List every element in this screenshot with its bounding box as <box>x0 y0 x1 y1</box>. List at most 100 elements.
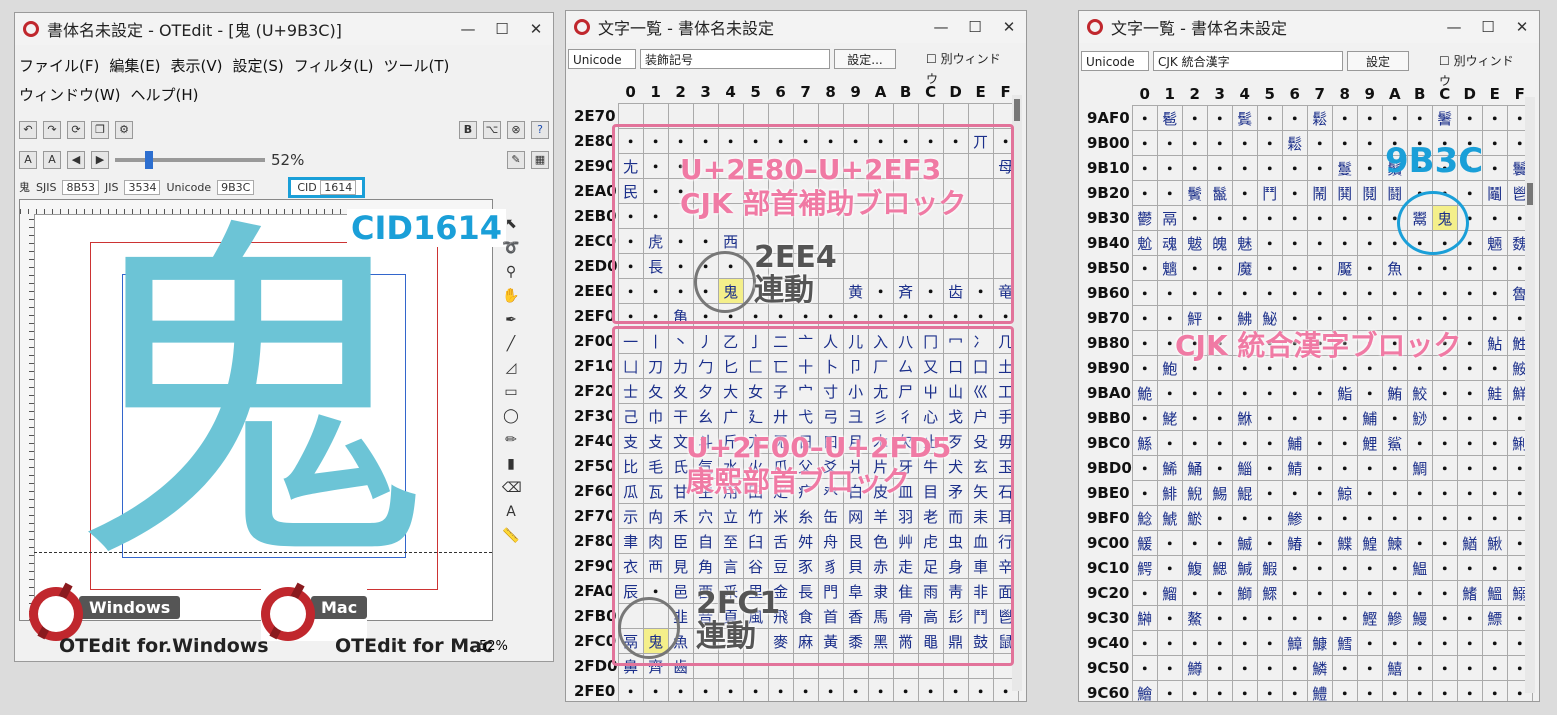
list2-glyph-cell[interactable]: ・ <box>1306 455 1333 481</box>
list2-glyph-cell[interactable]: ・ <box>1331 105 1358 131</box>
list2-glyph-cell[interactable]: ・ <box>1231 680 1258 701</box>
list2-glyph-cell[interactable]: ・ <box>1131 330 1158 356</box>
list2-glyph-cell[interactable]: ・ <box>1356 480 1383 506</box>
list2-glyph-cell[interactable]: ・ <box>1406 680 1433 701</box>
list2-glyph-cell[interactable]: 魎 <box>1481 230 1508 256</box>
list2-glyph-cell[interactable]: ・ <box>1431 530 1458 556</box>
list2-glyph-cell[interactable]: ・ <box>1331 230 1358 256</box>
list2-glyph-cell[interactable]: ・ <box>1281 380 1308 406</box>
list2-glyph-cell[interactable]: ・ <box>1456 655 1483 681</box>
copy-icon[interactable]: ❐ <box>91 121 109 139</box>
list2-glyph-cell[interactable]: ・ <box>1131 180 1158 206</box>
list2-glyph-cell[interactable]: 鯰 <box>1131 505 1158 531</box>
list2-glyph-cell[interactable]: 鰉 <box>1356 530 1383 556</box>
list2-glyph-cell[interactable]: ・ <box>1431 655 1458 681</box>
list2-glyph-cell[interactable]: 鬲 <box>1156 205 1183 231</box>
block-select[interactable]: 装飾記号 <box>640 49 830 69</box>
list2-glyph-cell[interactable]: ・ <box>1156 530 1183 556</box>
list2-glyph-cell[interactable]: ・ <box>1156 655 1183 681</box>
separate-window-checkbox[interactable]: ☐ 別ウィンドウ <box>1435 51 1515 88</box>
list2-glyph-cell[interactable]: ・ <box>1306 130 1333 156</box>
list2-glyph-cell[interactable]: 鯛 <box>1406 455 1433 481</box>
list2-glyph-cell[interactable]: ・ <box>1256 155 1283 181</box>
list2-glyph-cell[interactable]: ・ <box>1431 580 1458 606</box>
list2-glyph-cell[interactable]: ・ <box>1181 430 1208 456</box>
charlist1-titlebar[interactable]: 文字一覧 - 書体名未設定 — ☐ ✕ <box>566 11 1026 43</box>
list2-glyph-cell[interactable]: ・ <box>1256 205 1283 231</box>
list2-glyph-cell[interactable]: ・ <box>1331 580 1358 606</box>
redo-icon[interactable]: ↷ <box>43 121 61 139</box>
list2-glyph-cell[interactable]: ・ <box>1481 280 1508 306</box>
list2-glyph-cell[interactable]: ・ <box>1481 480 1508 506</box>
settings-button[interactable]: 設定... <box>834 49 896 69</box>
pen-icon[interactable]: ✎ <box>507 151 525 169</box>
list2-glyph-cell[interactable]: ・ <box>1206 205 1233 231</box>
list2-glyph-cell[interactable]: ・ <box>1256 130 1283 156</box>
list2-glyph-cell[interactable]: ・ <box>1181 205 1208 231</box>
list2-glyph-cell[interactable]: ・ <box>1406 655 1433 681</box>
minimize-button[interactable]: — <box>451 20 485 38</box>
list2-glyph-cell[interactable]: ・ <box>1206 605 1233 631</box>
list2-glyph-cell[interactable]: ・ <box>1306 505 1333 531</box>
list2-glyph-cell[interactable]: ・ <box>1131 130 1158 156</box>
list2-glyph-cell[interactable]: 鬧 <box>1306 180 1333 206</box>
list2-glyph-cell[interactable]: 鬘 <box>1331 155 1358 181</box>
list2-glyph-cell[interactable]: 鬱 <box>1131 205 1158 231</box>
list2-glyph-cell[interactable]: ・ <box>1406 580 1433 606</box>
list2-glyph-cell[interactable]: 鰭 <box>1456 580 1483 606</box>
ruler-tool-icon[interactable]: 📏 <box>502 527 520 545</box>
list2-glyph-cell[interactable]: ・ <box>1156 155 1183 181</box>
list2-glyph-cell[interactable]: ・ <box>1456 305 1483 331</box>
close-button[interactable]: ✕ <box>1505 18 1539 36</box>
list2-glyph-cell[interactable]: ・ <box>1156 555 1183 581</box>
list2-glyph-cell[interactable]: ・ <box>1481 655 1508 681</box>
list2-glyph-cell[interactable]: ・ <box>1131 630 1158 656</box>
list2-glyph-cell[interactable]: ・ <box>1431 405 1458 431</box>
glyph-canvas[interactable]: 鬼 <box>19 199 493 621</box>
list2-glyph-cell[interactable]: 鬆 <box>1281 130 1308 156</box>
list2-glyph-cell[interactable]: ・ <box>1356 255 1383 281</box>
list2-glyph-cell[interactable]: 鮅 <box>1256 305 1283 331</box>
list2-glyph-cell[interactable]: ・ <box>1131 580 1158 606</box>
list2-glyph-cell[interactable]: 魀 <box>1131 230 1158 256</box>
list2-glyph-cell[interactable]: ・ <box>1231 155 1258 181</box>
list2-glyph-cell[interactable]: ・ <box>1206 280 1233 306</box>
menu-tools[interactable]: ツール(T) <box>384 55 450 76</box>
list2-glyph-cell[interactable]: ・ <box>1306 255 1333 281</box>
list1-glyph-cell[interactable]: ・ <box>692 678 719 701</box>
list2-glyph-cell[interactable]: 魄 <box>1206 230 1233 256</box>
list2-glyph-cell[interactable]: ・ <box>1281 580 1308 606</box>
list2-glyph-cell[interactable]: ・ <box>1356 555 1383 581</box>
list2-glyph-cell[interactable]: 鱒 <box>1181 655 1208 681</box>
list2-glyph-cell[interactable]: 魃 <box>1181 230 1208 256</box>
list2-glyph-cell[interactable]: ・ <box>1281 605 1308 631</box>
rect-icon[interactable]: ▭ <box>502 383 520 401</box>
list2-glyph-cell[interactable]: ・ <box>1406 505 1433 531</box>
list2-glyph-cell[interactable]: ・ <box>1456 280 1483 306</box>
list1-glyph-cell[interactable]: ・ <box>867 678 894 701</box>
list2-glyph-cell[interactable]: ・ <box>1481 130 1508 156</box>
list2-glyph-cell[interactable]: 鯢 <box>1181 480 1208 506</box>
list2-glyph-cell[interactable]: ・ <box>1156 130 1183 156</box>
list2-glyph-cell[interactable]: 鬢 <box>1181 180 1208 206</box>
list2-glyph-cell[interactable]: ・ <box>1331 555 1358 581</box>
list2-glyph-cell[interactable]: ・ <box>1306 480 1333 506</box>
menu-file[interactable]: ファイル(F) <box>19 55 99 76</box>
list2-glyph-cell[interactable]: ・ <box>1131 480 1158 506</box>
list2-glyph-cell[interactable]: ・ <box>1206 155 1233 181</box>
list2-glyph-cell[interactable]: 鰡 <box>1156 580 1183 606</box>
list2-glyph-cell[interactable]: ・ <box>1306 155 1333 181</box>
list2-glyph-cell[interactable]: ・ <box>1356 305 1383 331</box>
list2-glyph-cell[interactable]: 鰲 <box>1181 605 1208 631</box>
list2-glyph-cell[interactable]: 魘 <box>1331 255 1358 281</box>
list2-glyph-cell[interactable]: ・ <box>1331 280 1358 306</box>
list2-glyph-cell[interactable]: ・ <box>1306 555 1333 581</box>
list2-glyph-cell[interactable]: ・ <box>1456 605 1483 631</box>
list2-glyph-cell[interactable]: ・ <box>1306 205 1333 231</box>
list2-glyph-cell[interactable]: 鯆 <box>1281 430 1308 456</box>
list2-glyph-cell[interactable]: ・ <box>1131 455 1158 481</box>
list2-glyph-cell[interactable]: 鯀 <box>1131 430 1158 456</box>
list2-glyph-cell[interactable]: ・ <box>1456 405 1483 431</box>
list2-glyph-cell[interactable]: ・ <box>1206 430 1233 456</box>
ellipse-icon[interactable]: ◯ <box>502 407 520 425</box>
